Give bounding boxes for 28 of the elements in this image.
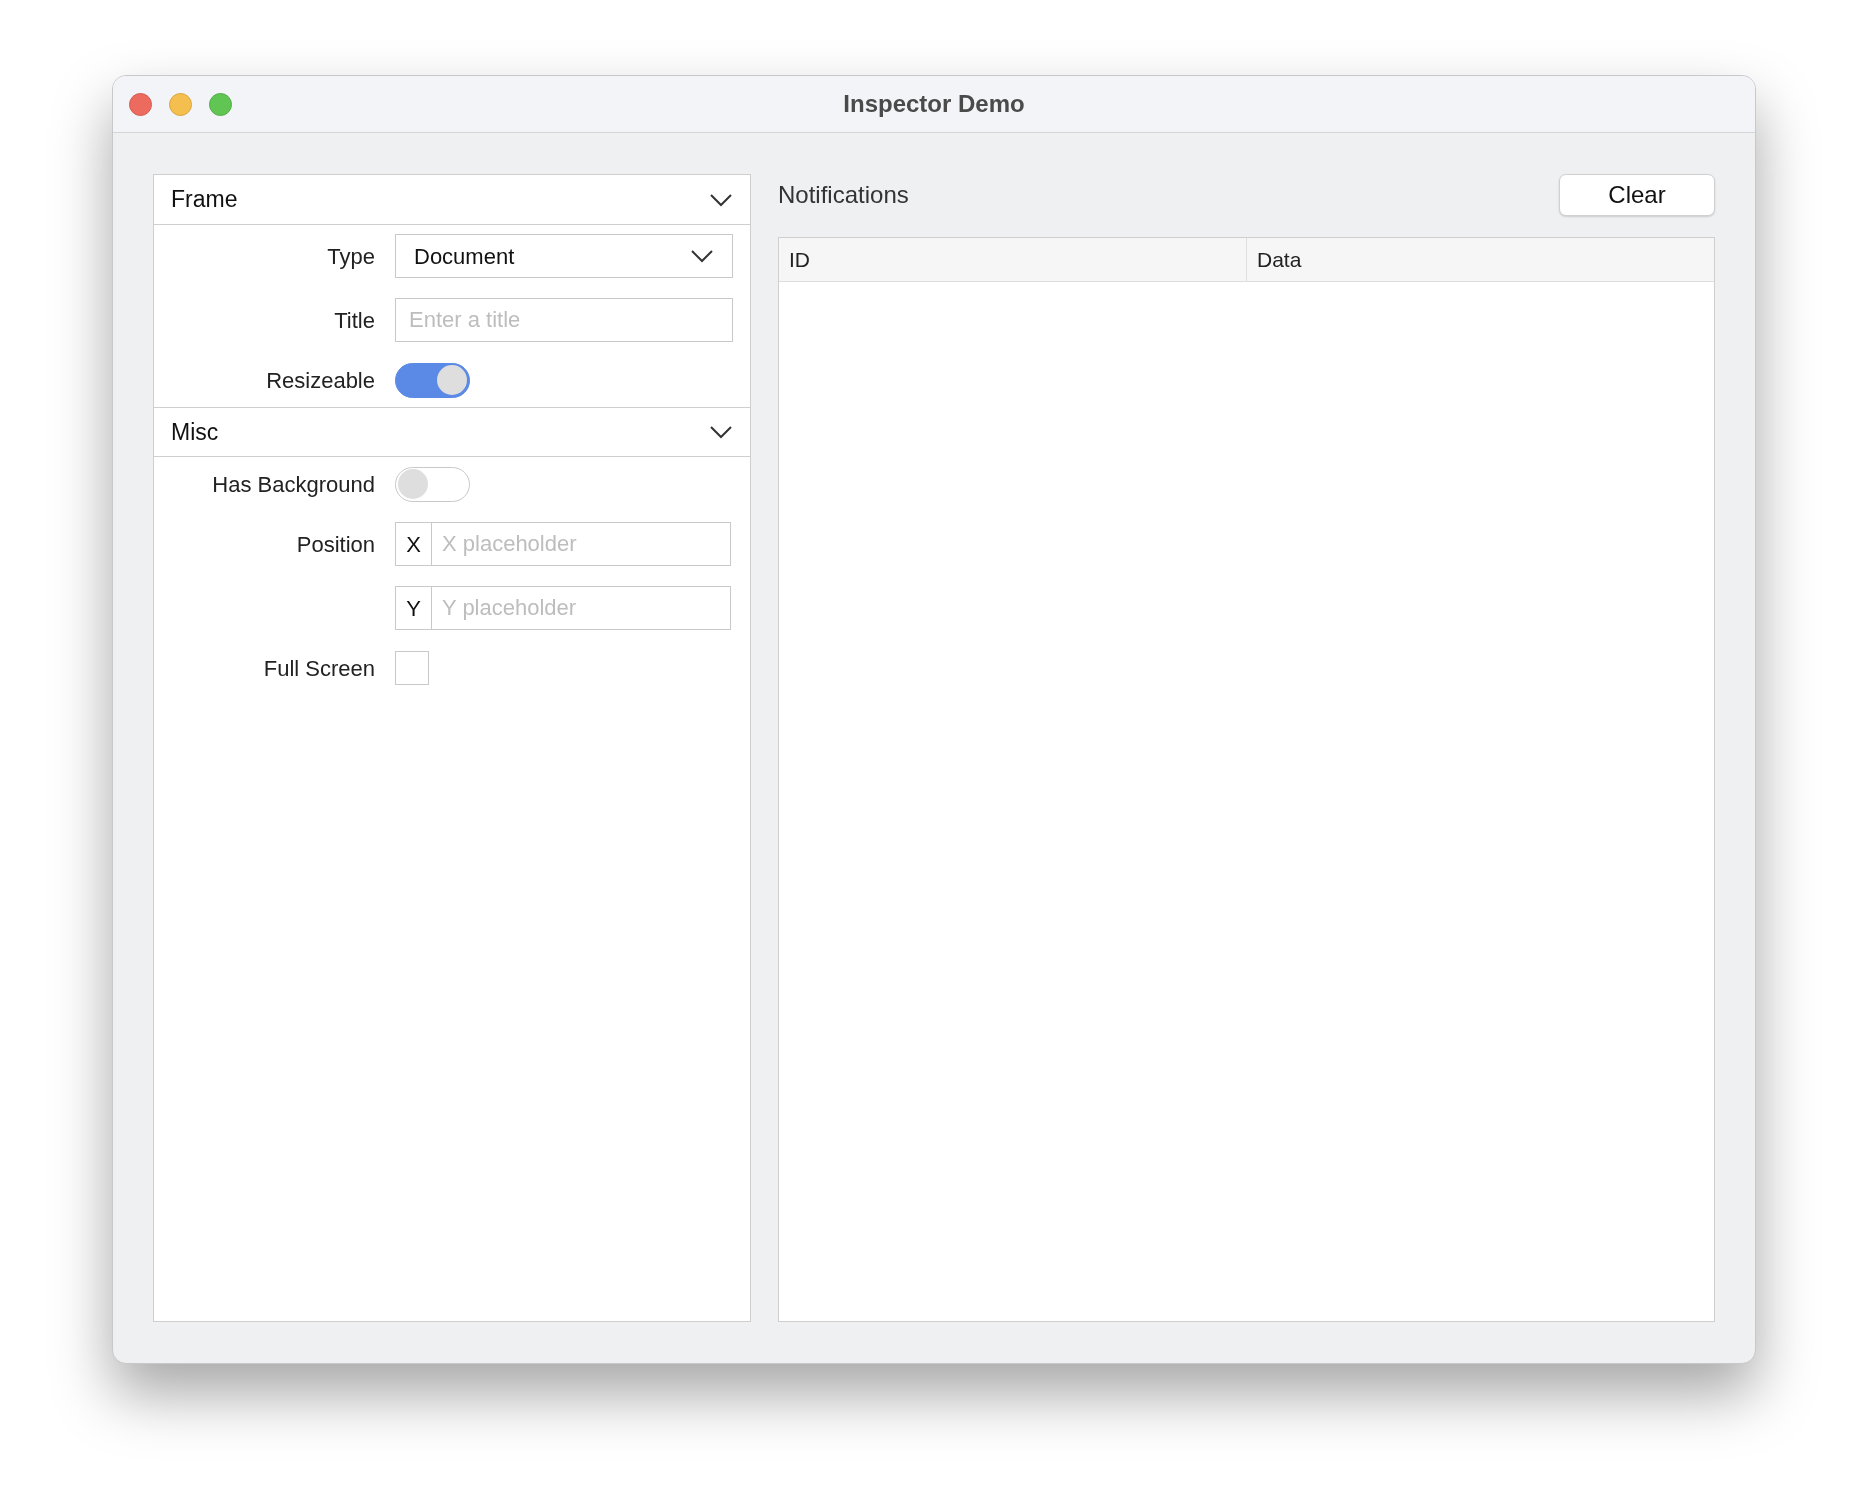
field-label: Title bbox=[334, 307, 375, 333]
field-label: Position bbox=[296, 531, 375, 557]
field-label: Has Background bbox=[212, 471, 375, 497]
field-prefix: X bbox=[395, 522, 432, 566]
checkbox[interactable] bbox=[395, 651, 429, 685]
minimize-icon[interactable] bbox=[169, 93, 192, 116]
input-field[interactable]: Enter a title bbox=[395, 298, 733, 342]
toggle-switch[interactable] bbox=[395, 362, 470, 398]
field-label: Resizeable bbox=[266, 367, 375, 393]
column-header[interactable]: ID bbox=[789, 243, 810, 276]
section-header[interactable]: Frame bbox=[154, 175, 750, 225]
section-header[interactable]: Misc bbox=[154, 407, 750, 457]
field-label: Type bbox=[327, 243, 375, 269]
maximize-icon[interactable] bbox=[209, 93, 232, 116]
chevron-down-icon bbox=[709, 425, 733, 439]
type-dropdown[interactable]: Document bbox=[395, 234, 733, 278]
close-icon[interactable] bbox=[129, 93, 152, 116]
clear-button[interactable]: Clear bbox=[1559, 174, 1715, 216]
column-header[interactable]: Data bbox=[1257, 243, 1302, 276]
input-field[interactable]: X placeholder bbox=[432, 522, 731, 566]
toggle-switch[interactable] bbox=[395, 466, 470, 502]
window-title: Inspector Demo bbox=[843, 89, 1025, 119]
chevron-down-icon bbox=[690, 249, 714, 263]
notifications-heading: Notifications bbox=[778, 180, 909, 210]
input-field[interactable]: Y placeholder bbox=[432, 586, 731, 630]
field-prefix: Y bbox=[395, 586, 432, 630]
field-label: Full Screen bbox=[263, 655, 375, 681]
chevron-down-icon bbox=[709, 192, 733, 207]
